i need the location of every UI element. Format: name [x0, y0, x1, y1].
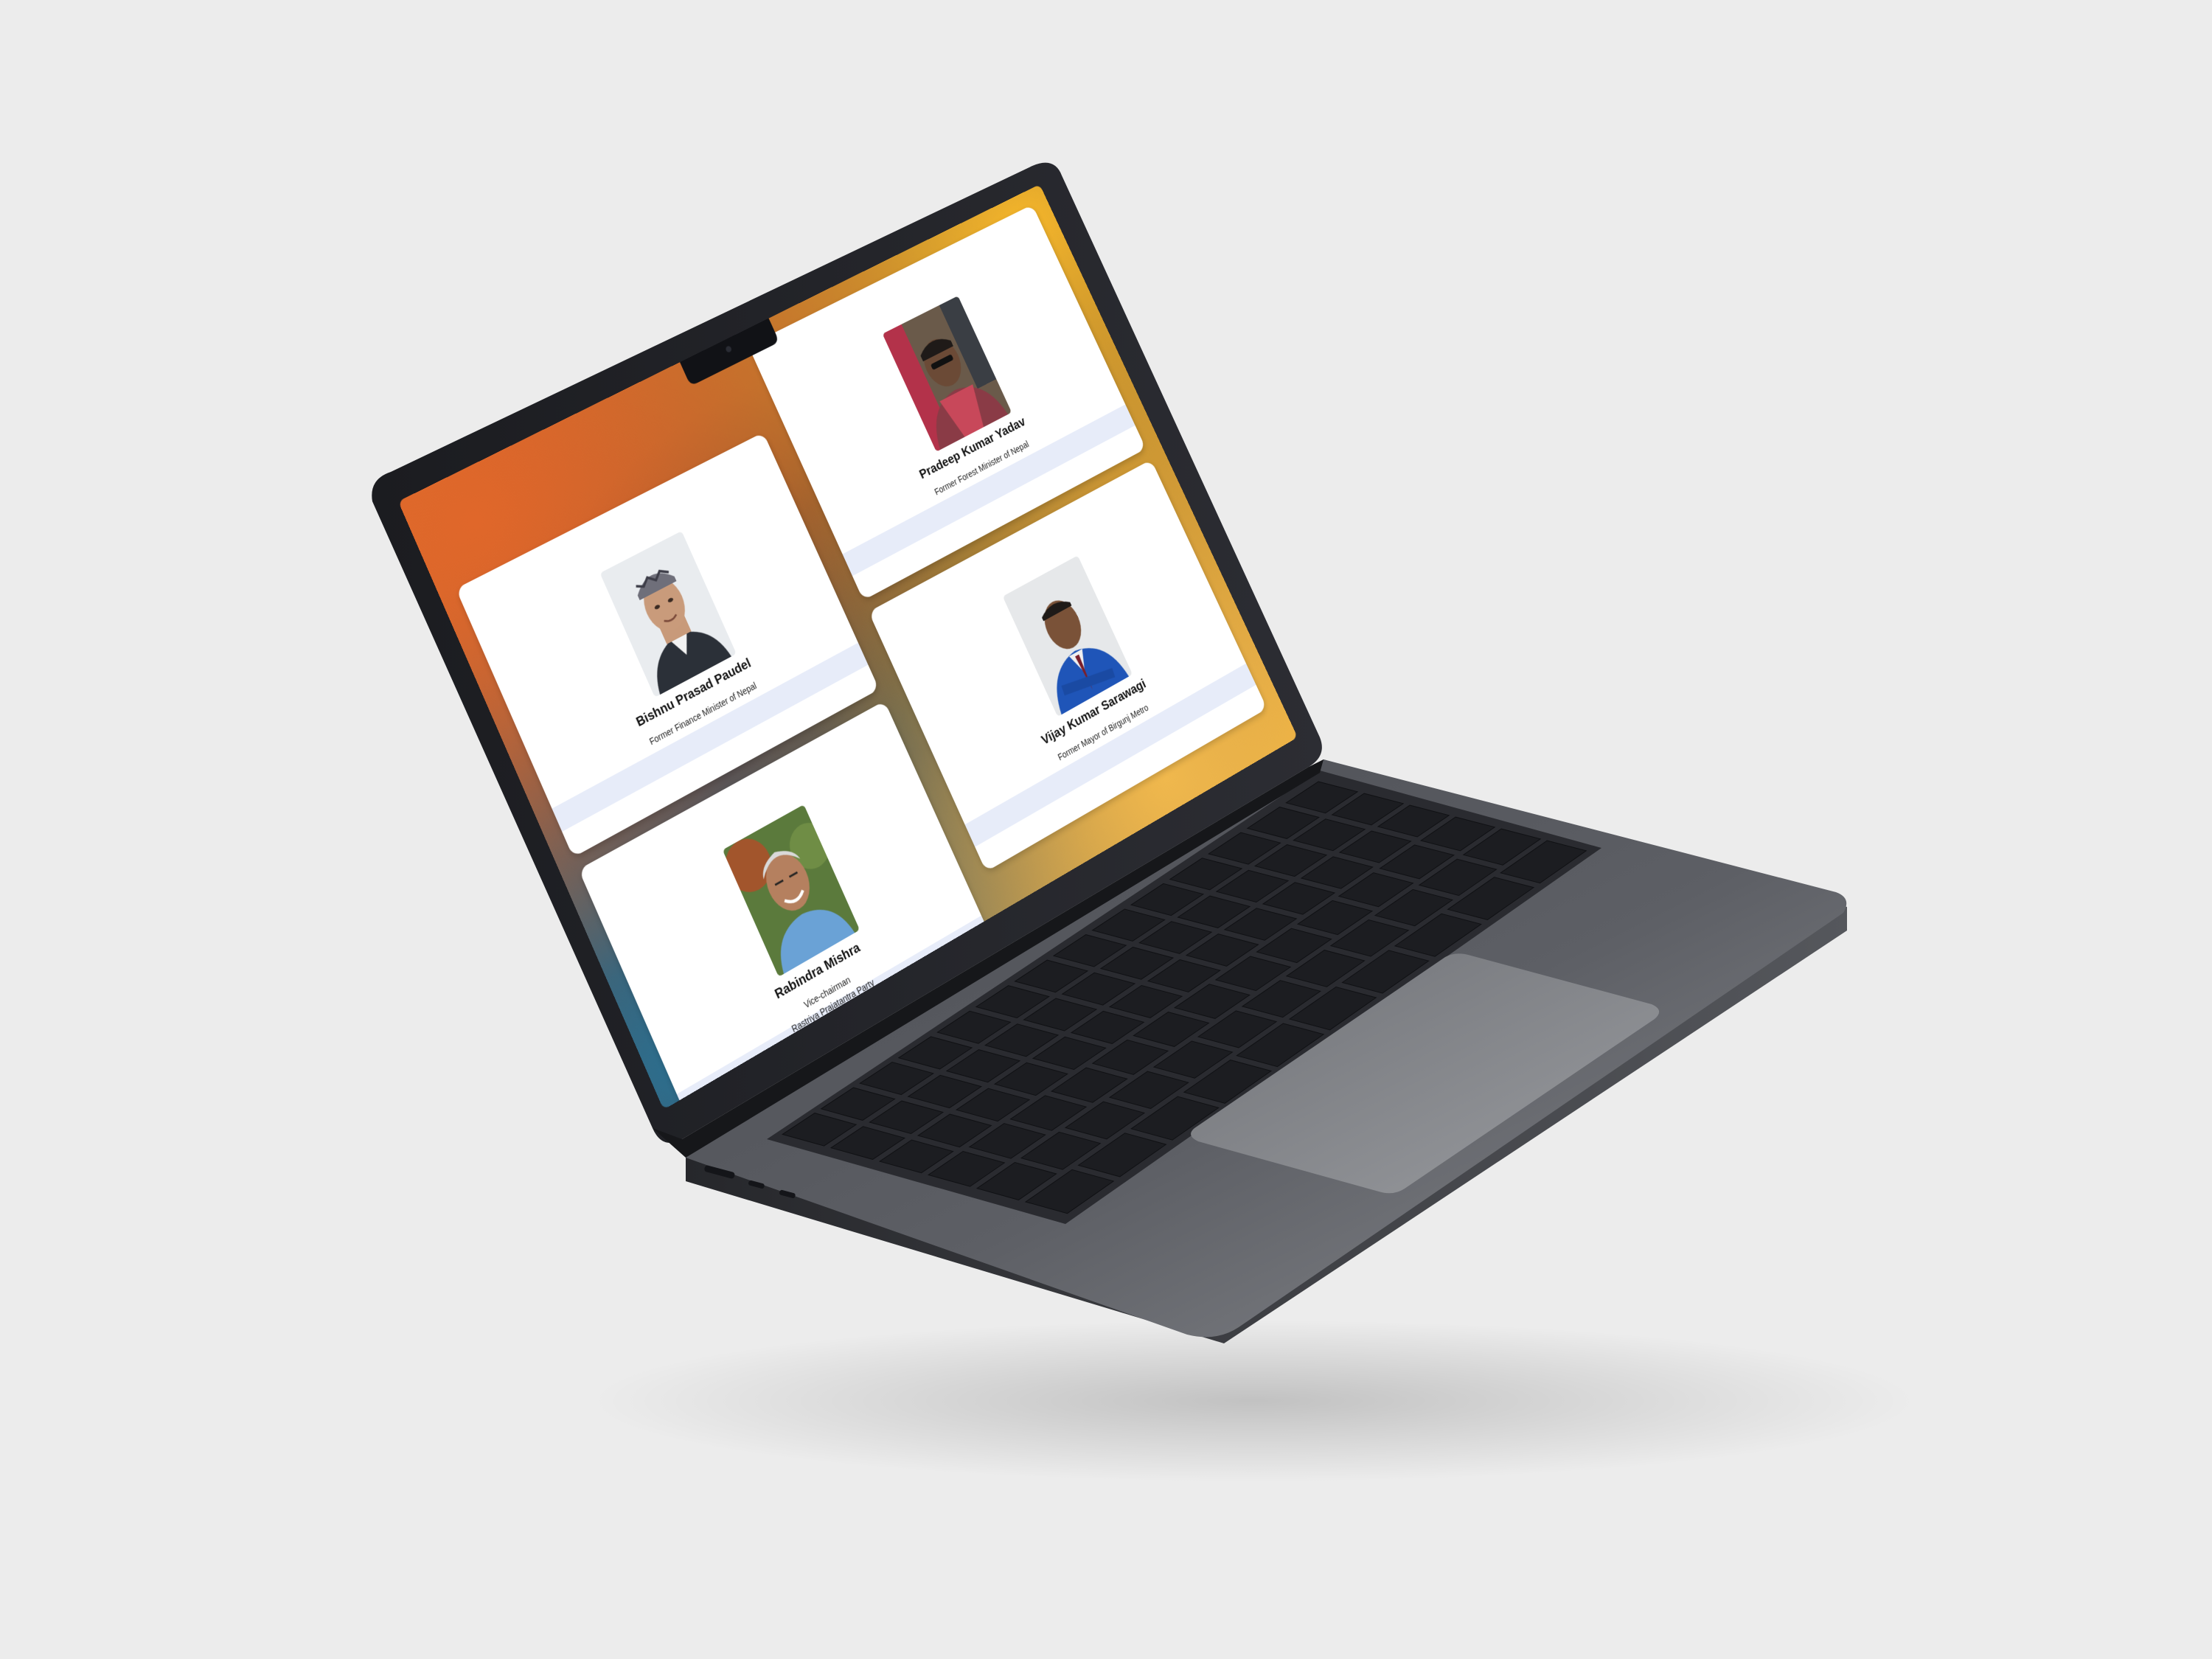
portrait-man-red-scarf [882, 296, 1012, 452]
floor-shadow [590, 1320, 1917, 1482]
profile-photo [882, 296, 1012, 452]
laptop-mockup-scene: Bishnu Prasad Paudel Former Finance Mini… [0, 0, 2212, 1659]
